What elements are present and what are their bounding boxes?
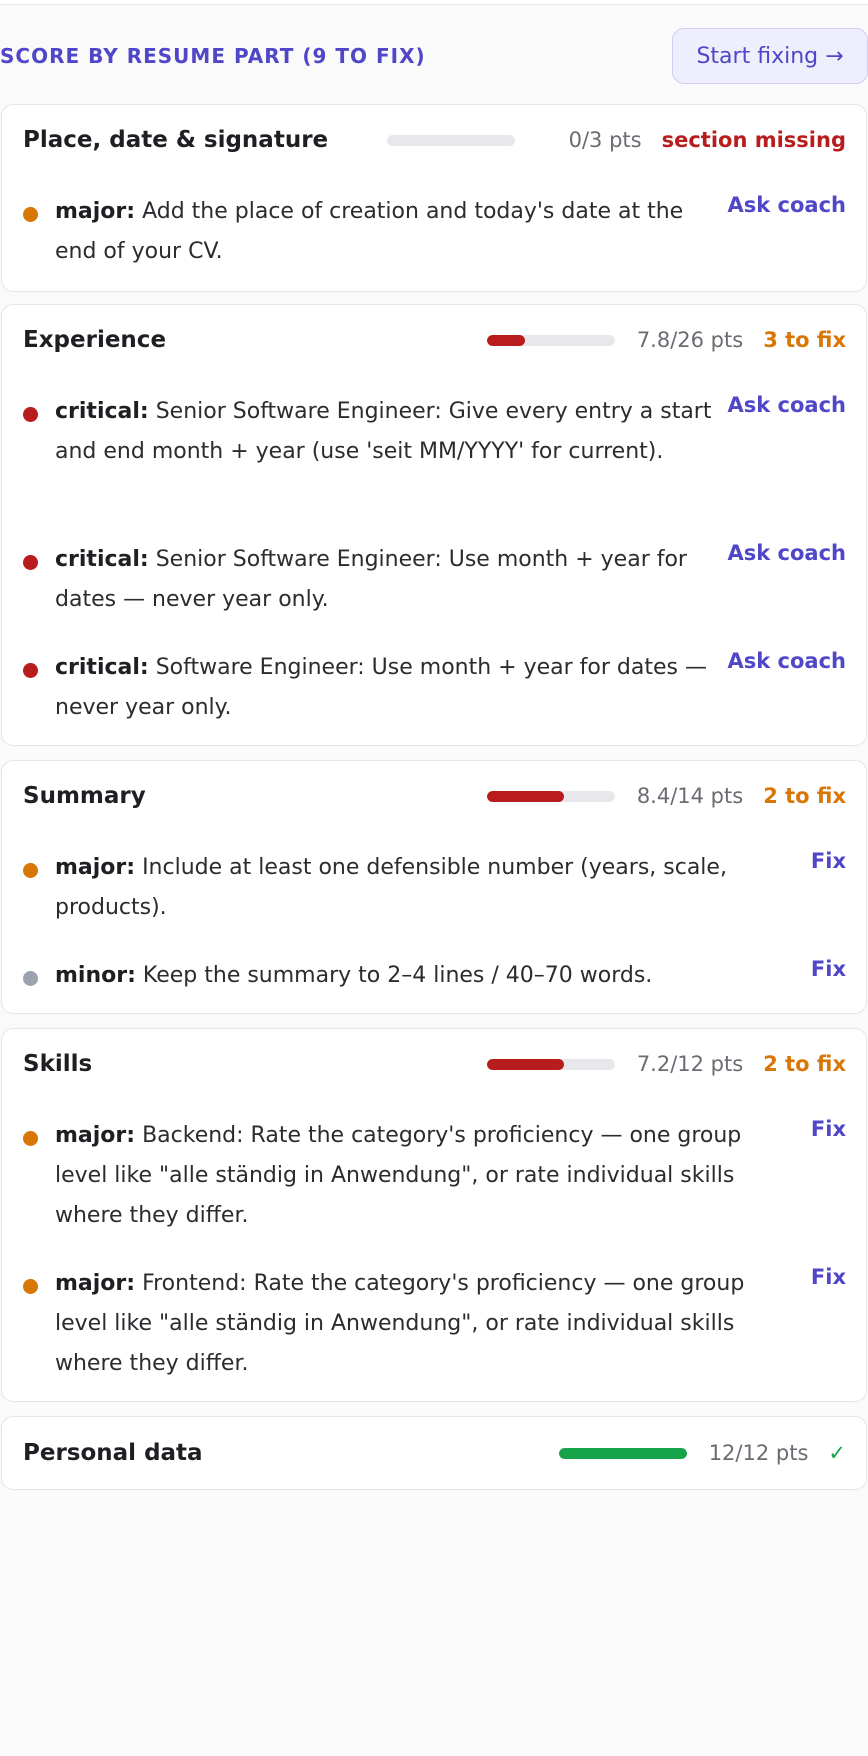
severity-label: critical:	[55, 547, 149, 572]
section-status-badge: section missing	[661, 128, 846, 152]
score-progress-fill	[486, 1058, 564, 1070]
section-card-experience: Experience 7.8/26 pts 3 to fix critical:…	[1, 304, 867, 746]
issue-description: Keep the summary to 2–4 lines / 40–70 wo…	[135, 963, 653, 988]
issue-description: Backend: Rate the category's proficiency…	[55, 1123, 742, 1228]
severity-dot-major	[23, 207, 38, 222]
score-progress-bar	[558, 1447, 687, 1459]
severity-label: critical:	[55, 399, 149, 424]
issue-item: major: Frontend: Rate the category's pro…	[23, 1265, 846, 1384]
issue-text: critical: Senior Software Engineer: Give…	[55, 392, 714, 472]
section-title: Experience	[23, 327, 167, 353]
section-header: Place, date & signature 0/3 pts section …	[23, 105, 846, 175]
issue-text: minor: Keep the summary to 2–4 lines / 4…	[55, 956, 797, 996]
ask-coach-button[interactable]: Ask coach	[728, 193, 846, 217]
section-card-personal-data: Personal data 12/12 pts ✓	[1, 1416, 867, 1490]
section-header: Experience 7.8/26 pts 3 to fix	[23, 305, 846, 375]
section-points: 12/12 pts	[708, 1441, 809, 1465]
issue-item: critical: Software Engineer: Use month +…	[23, 649, 846, 728]
severity-dot-critical	[23, 555, 38, 570]
start-fixing-button[interactable]: Start fixing →	[672, 28, 868, 84]
section-header: Personal data 12/12 pts ✓	[23, 1417, 846, 1489]
issue-text: major: Add the place of creation and tod…	[55, 192, 714, 272]
issue-text: major: Backend: Rate the category's prof…	[55, 1116, 797, 1236]
section-heading: SCORE BY RESUME PART (9 TO FIX)	[0, 44, 426, 68]
section-status-badge: 2 to fix	[763, 1052, 846, 1076]
severity-label: critical:	[55, 655, 149, 680]
issue-description: Senior Software Engineer: Give every ent…	[55, 399, 712, 464]
ask-coach-button[interactable]: Ask coach	[728, 541, 846, 565]
section-title: Place, date & signature	[23, 127, 329, 153]
complete-check-icon: ✓	[828, 1441, 846, 1465]
issue-text: critical: Software Engineer: Use month +…	[55, 648, 714, 728]
issue-description: Add the place of creation and today's da…	[55, 199, 684, 264]
issue-item: critical: Senior Software Engineer: Give…	[23, 393, 846, 472]
issue-text: major: Include at least one defensible n…	[55, 848, 797, 928]
severity-dot-critical	[23, 407, 38, 422]
score-progress-bar	[486, 334, 615, 346]
score-progress-fill	[486, 790, 564, 802]
fix-button[interactable]: Fix	[811, 1265, 846, 1289]
section-header: Skills 7.2/12 pts 2 to fix	[23, 1029, 846, 1099]
section-status-badge: 2 to fix	[763, 784, 846, 808]
section-title: Skills	[23, 1051, 93, 1077]
score-progress-bar	[486, 1058, 615, 1070]
section-title: Personal data	[23, 1440, 203, 1466]
severity-label: major:	[55, 855, 136, 880]
ask-coach-button[interactable]: Ask coach	[728, 393, 846, 417]
score-progress-fill	[486, 334, 526, 346]
severity-dot-critical	[23, 663, 38, 678]
section-points: 7.8/26 pts	[636, 328, 744, 352]
section-points: 8.4/14 pts	[636, 784, 744, 808]
issue-description: Senior Software Engineer: Use month + ye…	[55, 547, 687, 612]
section-card-place-date-signature: Place, date & signature 0/3 pts section …	[1, 104, 867, 292]
severity-label: minor:	[55, 963, 136, 988]
issue-description: Frontend: Rate the category's proficienc…	[55, 1271, 745, 1376]
issue-text: critical: Senior Software Engineer: Use …	[55, 540, 714, 620]
score-progress-bar	[486, 790, 615, 802]
ask-coach-button[interactable]: Ask coach	[728, 649, 846, 673]
fix-button[interactable]: Fix	[811, 849, 846, 873]
score-progress-fill	[558, 1447, 687, 1459]
fix-button[interactable]: Fix	[811, 957, 846, 981]
section-card-skills: Skills 7.2/12 pts 2 to fix major: Backen…	[1, 1028, 867, 1402]
issue-description: Software Engineer: Use month + year for …	[55, 655, 707, 720]
section-title: Summary	[23, 783, 146, 809]
severity-dot-minor	[23, 971, 38, 986]
section-card-summary: Summary 8.4/14 pts 2 to fix major: Inclu…	[1, 760, 867, 1014]
severity-label: major:	[55, 1123, 136, 1148]
section-header: Summary 8.4/14 pts 2 to fix	[23, 761, 846, 831]
score-header: SCORE BY RESUME PART (9 TO FIX) Start fi…	[0, 28, 868, 88]
severity-dot-major	[23, 1279, 38, 1294]
section-status-badge: 3 to fix	[763, 328, 846, 352]
section-points: 7.2/12 pts	[636, 1052, 744, 1076]
issue-text: major: Frontend: Rate the category's pro…	[55, 1264, 797, 1384]
issue-item: major: Backend: Rate the category's prof…	[23, 1117, 846, 1236]
section-points: 0/3 pts	[568, 128, 642, 152]
issue-item: major: Add the place of creation and tod…	[23, 193, 846, 272]
fix-button[interactable]: Fix	[811, 1117, 846, 1141]
score-progress-bar	[386, 134, 515, 146]
severity-label: major:	[55, 199, 136, 224]
issue-description: Include at least one defensible number (…	[55, 855, 727, 920]
top-divider	[0, 0, 868, 5]
severity-dot-major	[23, 1131, 38, 1146]
issue-item: critical: Senior Software Engineer: Use …	[23, 541, 846, 620]
issue-item: minor: Keep the summary to 2–4 lines / 4…	[23, 957, 846, 996]
severity-label: major:	[55, 1271, 136, 1296]
severity-dot-major	[23, 863, 38, 878]
issue-item: major: Include at least one defensible n…	[23, 849, 846, 928]
